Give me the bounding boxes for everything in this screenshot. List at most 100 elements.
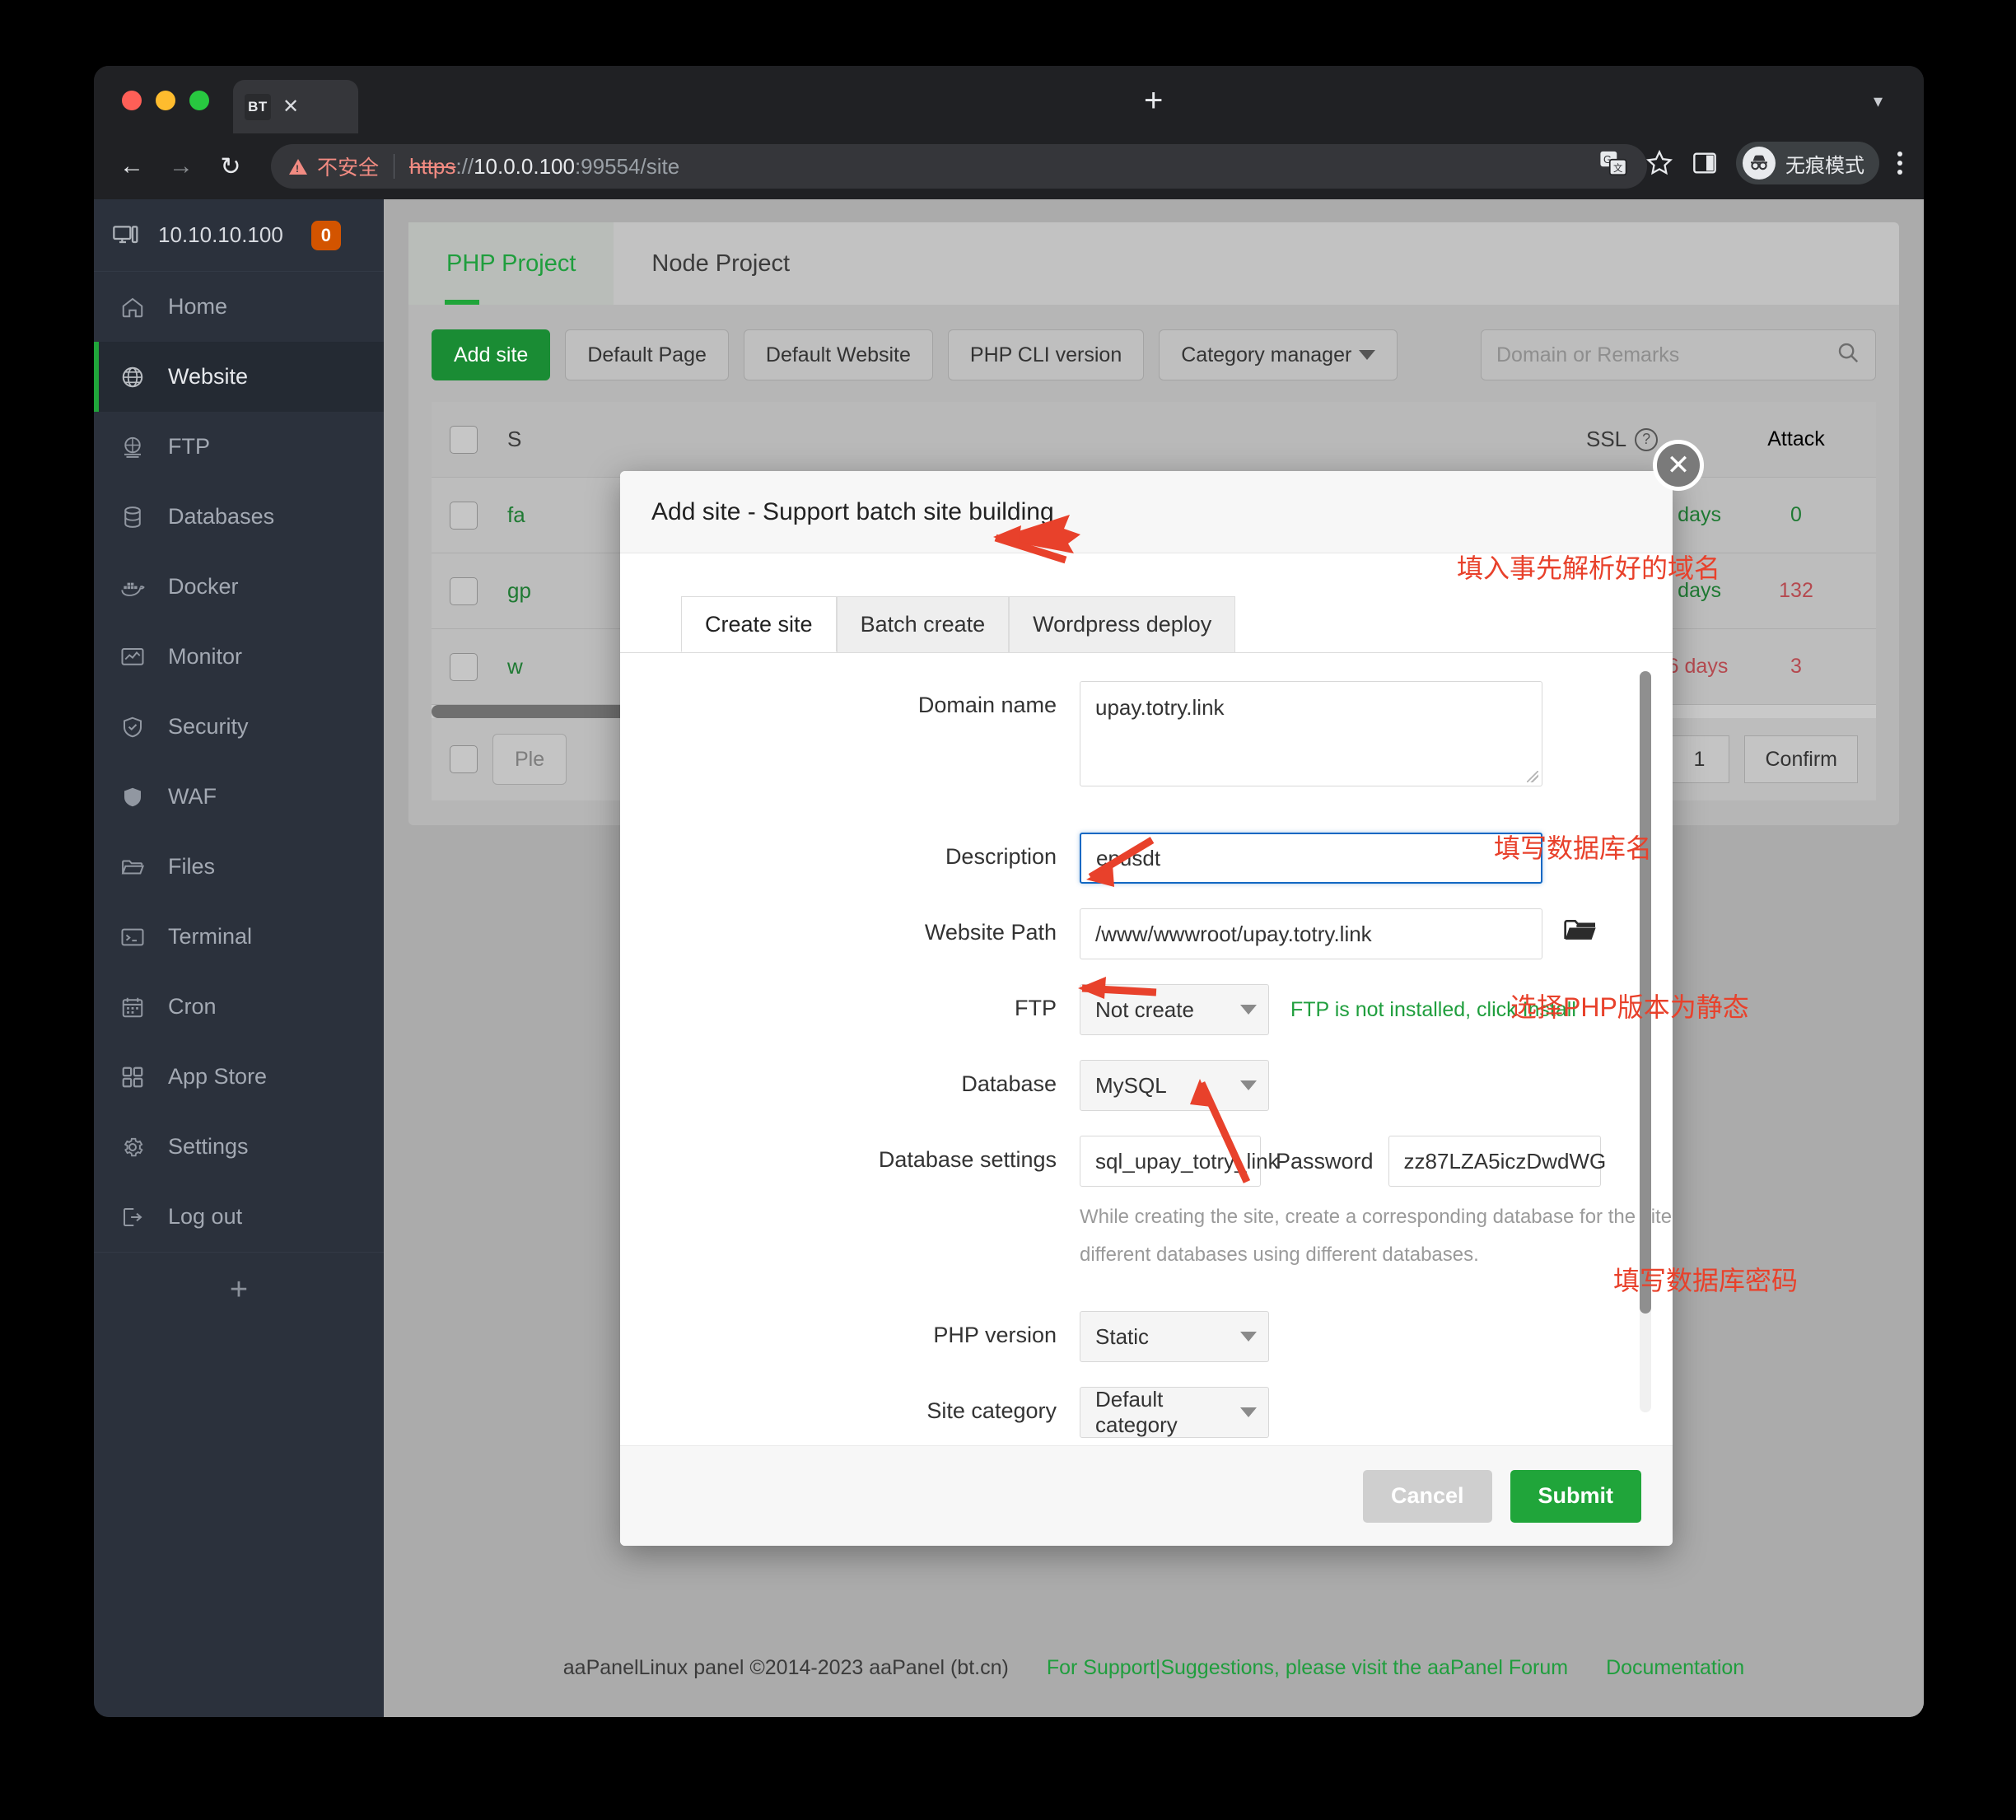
project-tabs: PHP Project Node Project: [408, 222, 1899, 305]
add-site-button[interactable]: Add site: [432, 329, 551, 380]
tab-search-chevron-down-icon[interactable]: ▾: [1874, 91, 1883, 112]
maximize-window-button[interactable]: [189, 91, 209, 110]
row-checkbox[interactable]: [450, 652, 478, 681]
tab-create-site[interactable]: Create site: [681, 596, 837, 652]
help-icon[interactable]: ?: [1635, 427, 1659, 451]
address-bar[interactable]: 不安全 https://10.0.0.100:99554/site: [271, 144, 1647, 189]
ftp-label: FTP: [1015, 996, 1057, 1020]
page-number-input[interactable]: 1: [1668, 735, 1730, 783]
chevron-down-icon: [1240, 1407, 1257, 1418]
row-checkbox[interactable]: [450, 576, 478, 605]
sidebar-item-label: WAF: [168, 784, 217, 809]
database-select[interactable]: MySQL: [1080, 1060, 1269, 1111]
row-checkbox[interactable]: [450, 501, 478, 530]
page-footer: aaPanelLinux panel ©2014-2023 aaPanel (b…: [384, 1618, 1924, 1717]
select-all-checkbox[interactable]: [450, 425, 478, 454]
search-icon[interactable]: [1836, 340, 1860, 371]
default-page-button[interactable]: Default Page: [565, 329, 729, 380]
sidebar-item-databases[interactable]: Databases: [94, 482, 384, 552]
website-path-input[interactable]: /www/wwwroot/upay.totry.link: [1080, 908, 1542, 959]
website-toolbar: Add site Default Page Default Website PH…: [432, 329, 1876, 380]
kebab-menu-icon[interactable]: [1897, 152, 1902, 175]
forward-button[interactable]: →: [156, 152, 206, 180]
back-button[interactable]: ←: [107, 152, 156, 180]
database-password-input[interactable]: zz87LZA5iczDwdWG: [1388, 1136, 1606, 1187]
confirm-button[interactable]: Confirm: [1744, 735, 1858, 783]
search-input[interactable]: Domain or Remarks: [1481, 329, 1876, 380]
side-panel-icon[interactable]: [1692, 150, 1718, 176]
server-monitor-icon: [112, 222, 140, 250]
site-category-label: Site category: [926, 1398, 1057, 1424]
resize-handle[interactable]: [1527, 771, 1538, 782]
field-row-php-version: PHP version Static: [620, 1311, 1673, 1363]
sidebar-item-label: Website: [168, 364, 249, 389]
close-icon[interactable]: ✕: [1653, 440, 1704, 491]
domain-name-value: upay.totry.link: [1095, 695, 1225, 720]
sidebar-item-label: Security: [168, 714, 249, 739]
default-website-button[interactable]: Default Website: [743, 329, 933, 380]
sidebar-item-cron[interactable]: Cron: [94, 972, 384, 1042]
footer-documentation-link[interactable]: Documentation: [1606, 1656, 1744, 1680]
incognito-icon: [1743, 147, 1776, 180]
sidebar-item-security[interactable]: Security: [94, 692, 384, 762]
svg-text:文: 文: [1613, 162, 1622, 174]
sidebar-notification-badge[interactable]: 0: [310, 220, 341, 250]
sidebar-header[interactable]: 10.10.10.100 0: [94, 199, 384, 272]
minimize-window-button[interactable]: [156, 91, 175, 110]
cancel-button[interactable]: Cancel: [1362, 1469, 1492, 1523]
new-tab-button[interactable]: +: [1144, 84, 1163, 117]
tab-php-project[interactable]: PHP Project: [408, 222, 614, 305]
gear-icon: [119, 1133, 147, 1161]
database-note-line-2: different databases using different data…: [1080, 1243, 1479, 1266]
site-name[interactable]: gp: [507, 578, 531, 604]
site-category-select[interactable]: Default category: [1080, 1387, 1269, 1439]
tab-close-icon[interactable]: ✕: [282, 96, 299, 117]
site-name[interactable]: fa: [507, 502, 525, 528]
sidebar-item-files[interactable]: Files: [94, 832, 384, 902]
website-path-label: Website Path: [924, 920, 1057, 945]
database-name-input[interactable]: sql_upay_totry_link: [1080, 1136, 1279, 1187]
category-manager-label: Category manager: [1181, 343, 1352, 366]
chevron-down-icon: [1240, 1080, 1257, 1090]
footer-copyright: aaPanelLinux panel ©2014-2023 aaPanel (b…: [562, 1655, 1009, 1679]
sidebar-item-website[interactable]: Website: [94, 342, 384, 412]
sidebar-item-settings[interactable]: Settings: [94, 1112, 384, 1182]
sidebar-item-monitor[interactable]: Monitor: [94, 622, 384, 692]
tab-wordpress-deploy[interactable]: Wordpress deploy: [1009, 596, 1236, 652]
ssl-label: SSL: [1586, 427, 1627, 452]
tab-label: Node Project: [651, 250, 791, 277]
tab-batch-create[interactable]: Batch create: [836, 596, 1010, 652]
translate-icon[interactable]: G文: [1599, 149, 1627, 177]
chevron-down-icon: [1240, 1005, 1257, 1015]
domain-name-textarea[interactable]: upay.totry.link: [1080, 681, 1542, 786]
sidebar-item-log-out[interactable]: Log out: [94, 1182, 384, 1252]
sidebar-item-docker[interactable]: Docker: [94, 552, 384, 622]
footer-support-link[interactable]: For Support|Suggestions, please visit th…: [1047, 1656, 1568, 1680]
sidebar-item-ftp[interactable]: FTP: [94, 412, 384, 482]
php-cli-version-button[interactable]: PHP CLI version: [947, 329, 1145, 380]
sidebar-item-app-store[interactable]: App Store: [94, 1042, 384, 1112]
sidebar-add-button[interactable]: +: [94, 1252, 384, 1328]
window-controls[interactable]: [122, 91, 209, 110]
sidebar-item-waf[interactable]: WAF: [94, 762, 384, 832]
sidebar-item-home[interactable]: Home: [94, 272, 384, 342]
dialog-scrollbar[interactable]: [1640, 671, 1651, 1412]
description-input[interactable]: epusdt: [1080, 833, 1542, 884]
bulk-action-select[interactable]: Ple: [492, 734, 567, 785]
ftp-select[interactable]: Not create: [1080, 984, 1269, 1035]
category-manager-select[interactable]: Category manager: [1159, 329, 1398, 380]
reload-button[interactable]: ↻: [206, 152, 255, 181]
browser-tab[interactable]: BT ✕: [233, 80, 358, 133]
bulk-select-checkbox[interactable]: [450, 745, 478, 773]
tab-node-project[interactable]: Node Project: [614, 222, 828, 305]
php-version-select[interactable]: Static: [1080, 1311, 1269, 1363]
annotation-database-password: 填写数据库密码: [1613, 1266, 1799, 1295]
sidebar-server-ip: 10.10.10.100: [158, 222, 283, 247]
folder-open-icon[interactable]: [1564, 918, 1597, 950]
incognito-indicator[interactable]: 无痕模式: [1736, 142, 1879, 184]
bookmark-star-icon[interactable]: [1645, 149, 1673, 177]
site-name[interactable]: w: [507, 654, 523, 679]
close-window-button[interactable]: [122, 91, 142, 110]
sidebar-item-terminal[interactable]: Terminal: [94, 902, 384, 972]
submit-button[interactable]: Submit: [1510, 1469, 1641, 1523]
